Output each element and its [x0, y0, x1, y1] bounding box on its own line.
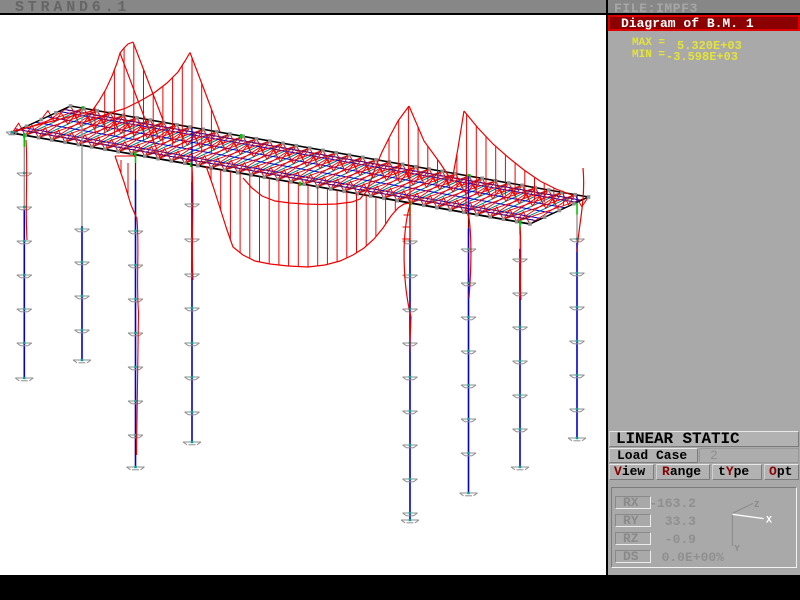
- svg-text:Y: Y: [734, 544, 740, 554]
- svg-text:Z: Z: [754, 500, 759, 510]
- svg-text:X: X: [766, 516, 772, 527]
